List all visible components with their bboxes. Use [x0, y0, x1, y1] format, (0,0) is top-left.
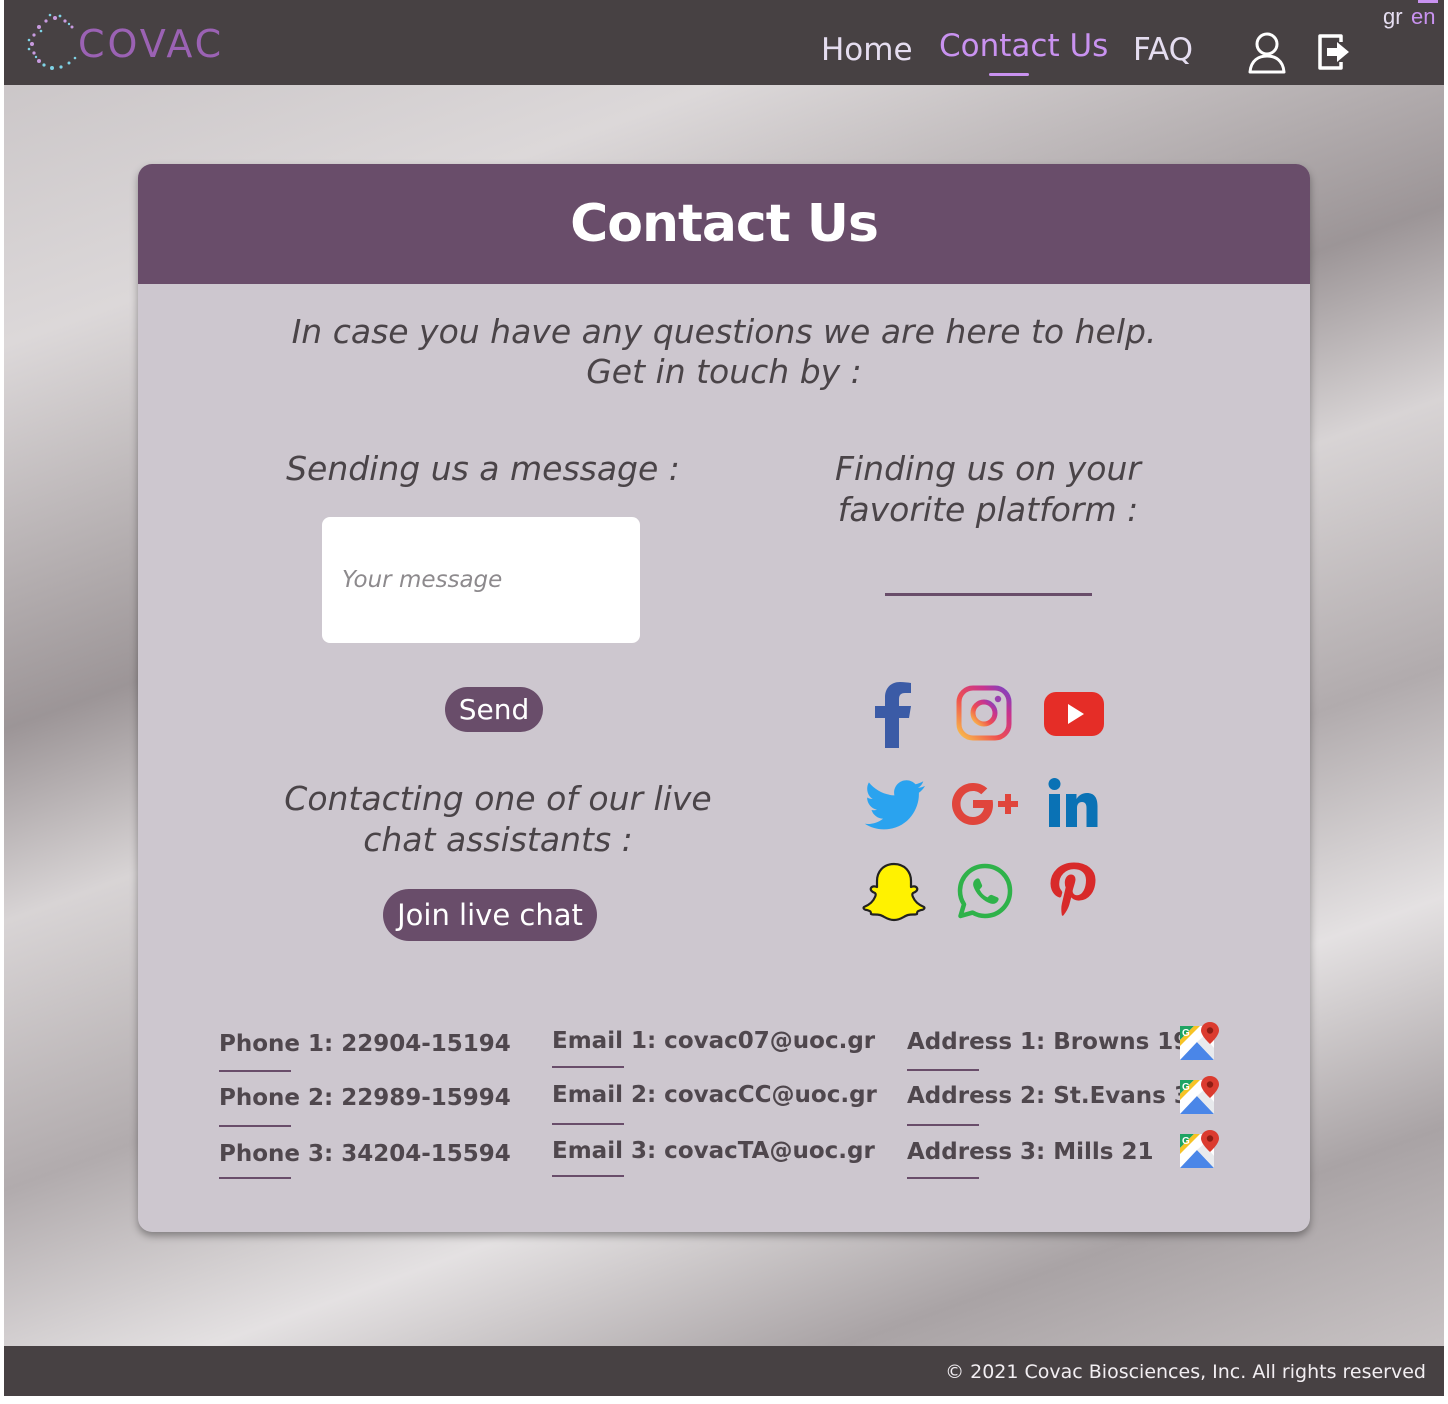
svg-text:G: G [1182, 1028, 1190, 1039]
linkedin-icon[interactable] [1048, 778, 1098, 833]
card-header: Contact Us [138, 164, 1310, 284]
phone-1: Phone 1: 22904-15194 [219, 1031, 511, 1057]
google-maps-icon[interactable]: G [1180, 1130, 1220, 1170]
active-language-indicator [1418, 0, 1438, 3]
send-message-heading: Sending us a message : [248, 448, 718, 489]
email-1[interactable]: Email 1: covac07@uoc.gr [552, 1028, 875, 1054]
live-chat-heading-line1: Contacting one of our live [284, 779, 712, 818]
platform-heading-line1: Finding us on your [835, 449, 1141, 488]
footer: © 2021 Covac Biosciences, Inc. All right… [4, 1346, 1444, 1396]
message-input[interactable] [322, 517, 640, 643]
email-2-divider [552, 1123, 624, 1125]
phone-3: Phone 3: 34204-15594 [219, 1141, 511, 1167]
intro-line-1: In case you have any questions we are he… [291, 312, 1157, 351]
nav-contact-us[interactable]: Contact Us [939, 28, 1108, 64]
phone-2: Phone 2: 22989-15994 [219, 1085, 511, 1111]
google-maps-icon[interactable]: G [1180, 1076, 1220, 1116]
whatsapp-icon[interactable] [956, 862, 1014, 925]
youtube-icon[interactable] [1044, 692, 1104, 741]
user-icon[interactable] [1247, 32, 1287, 74]
phone-1-divider [219, 1070, 291, 1072]
intro-line-2: Get in touch by : [586, 352, 862, 391]
platform-heading: Finding us on your favorite platform : [788, 448, 1188, 530]
copyright-text: © 2021 Covac Biosciences, Inc. All right… [945, 1361, 1426, 1383]
email-3[interactable]: Email 3: covacTA@uoc.gr [552, 1138, 875, 1164]
address-3-divider [907, 1177, 979, 1179]
page-title: Contact Us [570, 194, 879, 254]
address-2-divider [907, 1124, 979, 1126]
platform-divider [885, 593, 1092, 596]
nav-faq[interactable]: FAQ [1133, 32, 1193, 68]
live-chat-heading-line2: chat assistants : [363, 820, 633, 859]
language-en[interactable]: en [1411, 4, 1435, 30]
logout-icon[interactable] [1317, 32, 1353, 72]
address-2: Address 2: St.Evans 32 [907, 1083, 1206, 1109]
platform-heading-line2: favorite platform : [837, 490, 1139, 529]
nav-home[interactable]: Home [821, 32, 913, 68]
send-message-heading-text: Sending us a message : [286, 449, 680, 488]
facebook-icon[interactable] [873, 682, 913, 753]
join-live-chat-button[interactable]: Join live chat [383, 889, 597, 941]
snapchat-icon[interactable] [862, 862, 926, 927]
logo-text: COVAC [78, 22, 225, 66]
language-gr[interactable]: gr [1383, 4, 1403, 30]
email-2[interactable]: Email 2: covacCC@uoc.gr [552, 1082, 877, 1108]
top-navbar: COVAC Home Contact Us FAQ gr en [4, 0, 1444, 85]
email-3-divider [552, 1175, 624, 1177]
phone-2-divider [219, 1125, 291, 1127]
live-chat-heading: Contacting one of our live chat assistan… [278, 778, 718, 860]
address-1-divider [907, 1069, 979, 1071]
twitter-icon[interactable] [864, 780, 926, 837]
phone-3-divider [219, 1177, 291, 1179]
instagram-icon[interactable] [956, 685, 1012, 746]
google-plus-icon[interactable] [951, 782, 1019, 831]
svg-text:G: G [1182, 1082, 1190, 1093]
address-3: Address 3: Mills 21 [907, 1139, 1154, 1165]
page-frame: COVAC Home Contact Us FAQ gr en Contact … [4, 0, 1444, 1396]
contact-card: Contact Us In case you have any question… [138, 164, 1310, 1232]
active-nav-indicator [989, 73, 1029, 76]
covac-logo[interactable]: COVAC [22, 12, 242, 74]
google-maps-icon[interactable]: G [1180, 1022, 1220, 1062]
send-button[interactable]: Send [445, 687, 543, 732]
address-1: Address 1: Browns 19 [907, 1029, 1190, 1055]
svg-text:G: G [1182, 1136, 1190, 1147]
pinterest-icon[interactable] [1048, 862, 1098, 929]
email-1-divider [552, 1066, 624, 1068]
